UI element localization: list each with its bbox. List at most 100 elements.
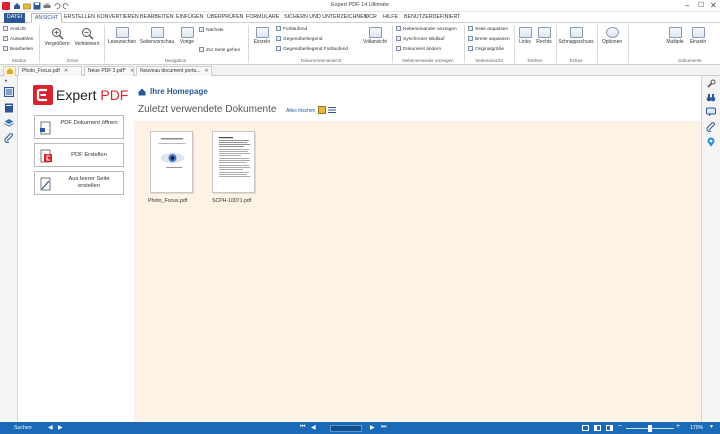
search-previous-icon[interactable]: ◀ xyxy=(48,424,53,431)
search-status[interactable]: Suchen xyxy=(14,425,32,431)
home-tab[interactable] xyxy=(3,66,16,76)
mode-edit-button[interactable]: Bearbeiten xyxy=(3,46,33,53)
fit-page-button[interactable]: Seite anpassen xyxy=(468,26,508,33)
tab-benutzerdefiniert[interactable]: BENUTZERDEFINIERT xyxy=(401,13,463,23)
rotate-right-button[interactable]: Rechts xyxy=(535,27,553,45)
facing-button[interactable]: Gegenüberliegend xyxy=(276,36,322,43)
tab-ueberpruefen[interactable]: ÜBERPRÜFEN xyxy=(204,13,247,23)
camera-icon xyxy=(569,27,583,38)
mode-view-button[interactable]: Ansicht xyxy=(3,26,26,33)
attachments-panel-icon[interactable] xyxy=(4,133,14,143)
tab-einfuegen[interactable]: EINFÜGEN xyxy=(173,13,206,23)
recent-document-thumbnail[interactable] xyxy=(212,131,255,193)
zoom-in-button[interactable]: Vergrößern xyxy=(44,27,70,47)
goto-page-button[interactable]: Zur Seite gehen xyxy=(199,47,240,54)
fullscreen-button[interactable]: Vollansicht xyxy=(361,27,389,45)
zoom-out-icon xyxy=(81,28,94,40)
expand-panel-icon[interactable]: ▸ xyxy=(5,78,11,84)
zoom-out-icon[interactable]: − xyxy=(618,423,622,430)
divider xyxy=(464,25,465,63)
continuous-button[interactable]: Fortlaufend xyxy=(276,26,307,33)
rotate-left-button[interactable]: Links xyxy=(517,27,533,45)
last-page-icon[interactable]: ⏭ xyxy=(381,424,386,431)
recent-document-name[interactable]: Photo_Focus.pdf xyxy=(148,198,187,204)
mode-select-button[interactable]: Auswählen xyxy=(3,36,33,43)
create-pdf-button[interactable]: PDF Erstellen xyxy=(34,143,124,167)
options-button[interactable]: Optionen xyxy=(600,27,624,45)
tab-bearbeiten[interactable]: BEARBEITEN xyxy=(137,13,177,23)
document-preview-image xyxy=(158,138,186,168)
sync-scroll-button[interactable]: Synchroner Bildlauf xyxy=(396,36,445,43)
tab-hilfe[interactable]: HILFE xyxy=(380,13,401,23)
tab-konvertieren[interactable]: KONVERTIEREN xyxy=(94,13,142,23)
change-document-button[interactable]: Dokument ändern xyxy=(396,46,441,53)
left-navigation-panel: ▸ xyxy=(0,76,18,422)
tab-formulare[interactable]: FORMULARE xyxy=(243,13,282,23)
mode-edit-label: Bearbeiten xyxy=(10,47,34,52)
tab-sichern[interactable]: SICHERN UND UNTERZEICHNEN xyxy=(281,13,371,23)
single-page-button[interactable]: Einzeln xyxy=(252,27,272,45)
zoom-out-button[interactable]: Verkleinern xyxy=(73,27,101,47)
next-page-icon[interactable]: ▶ xyxy=(370,424,375,431)
original-size-button[interactable]: Originalgröße xyxy=(468,46,504,53)
close-tab-icon[interactable]: ✕ xyxy=(64,68,68,74)
create-pdf-label: PDF Erstellen xyxy=(71,152,107,158)
create-pdf-icon xyxy=(40,149,52,163)
zoom-dropdown-icon[interactable]: ▼ xyxy=(709,424,714,430)
snapshot-button[interactable]: Schnappschuss xyxy=(558,27,594,45)
close-tab-icon[interactable]: ✕ xyxy=(204,68,208,74)
first-page-icon[interactable]: ⏮ xyxy=(300,424,305,431)
next-page-icon xyxy=(199,27,204,32)
previous-page-icon[interactable]: ◀ xyxy=(311,424,316,431)
recent-document-name[interactable]: SCPH-10071.pdf xyxy=(212,198,251,204)
pages-panel-icon[interactable] xyxy=(4,87,14,97)
page-preview-button[interactable]: Seitenvorschau xyxy=(139,27,175,45)
bookmarks-panel-icon[interactable] xyxy=(4,103,14,113)
tab-ocr[interactable]: OCR xyxy=(362,13,380,23)
attachment-icon[interactable] xyxy=(706,122,716,132)
facing-label: Gegenüberliegend xyxy=(283,37,323,42)
location-pin-icon[interactable] xyxy=(706,137,716,147)
multiple-documents-button[interactable]: Multiple xyxy=(665,27,685,45)
group-label-extras: Extras xyxy=(569,58,583,63)
minimize-button[interactable]: – xyxy=(685,1,689,10)
page-number-input[interactable] xyxy=(330,425,362,432)
create-blank-button[interactable]: Aus leerer Seite erstellen xyxy=(34,171,124,195)
zoom-slider-handle[interactable] xyxy=(648,425,652,432)
edit-icon xyxy=(3,46,8,51)
binoculars-icon[interactable] xyxy=(706,93,716,103)
side-by-side-button[interactable]: Nebeneinander anzeigen xyxy=(396,26,457,33)
zoom-in-icon[interactable]: + xyxy=(676,423,680,430)
divider xyxy=(628,25,629,63)
single-page-view-icon[interactable] xyxy=(582,425,589,431)
tools-icon[interactable] xyxy=(706,79,716,89)
clear-all-link[interactable]: Alles löschen xyxy=(286,108,315,114)
close-button[interactable]: ✕ xyxy=(710,1,717,10)
layers-panel-icon[interactable] xyxy=(4,118,14,128)
open-pdf-button[interactable]: PDF Dokument öffnen xyxy=(34,115,124,139)
tab-datei[interactable]: DATEI xyxy=(4,13,26,23)
grid-view-icon[interactable] xyxy=(318,106,326,114)
single-document-button[interactable]: Einzeln xyxy=(688,27,708,45)
facing-continuous-button[interactable]: Gegenüberliegend Fortlaufend xyxy=(276,46,348,53)
tab-erstellen[interactable]: ERSTELLEN xyxy=(61,13,98,23)
doc-tab[interactable]: Neue PDF 2.pdf* ✕ xyxy=(84,66,134,76)
right-tools-panel xyxy=(701,76,720,422)
maximize-button[interactable]: ☐ xyxy=(698,1,704,10)
search-next-icon[interactable]: ▶ xyxy=(58,424,63,431)
continuous-view-icon[interactable] xyxy=(594,425,601,431)
doc-tab[interactable]: Nouveau document porta... ✕ xyxy=(136,66,212,76)
list-view-icon[interactable] xyxy=(328,106,336,114)
next-page-button[interactable]: Nächste xyxy=(199,27,224,34)
facing-continuous-icon xyxy=(276,46,281,51)
recent-document-thumbnail[interactable] xyxy=(150,131,193,193)
comments-icon[interactable] xyxy=(706,107,716,117)
doc-tab[interactable]: Photo_Focus.pdf ✕ xyxy=(18,66,82,76)
zoom-level[interactable]: 170% xyxy=(690,425,703,431)
facing-view-icon[interactable] xyxy=(606,425,613,431)
fit-width-button[interactable]: Breite anpassen xyxy=(468,36,510,43)
previous-page-button[interactable]: Vorige xyxy=(178,27,196,45)
close-tab-icon[interactable]: ✕ xyxy=(130,68,134,74)
bookmarks-button[interactable]: Lesezeichen xyxy=(108,27,136,45)
tab-ansicht[interactable]: ANSICHT xyxy=(31,13,63,23)
